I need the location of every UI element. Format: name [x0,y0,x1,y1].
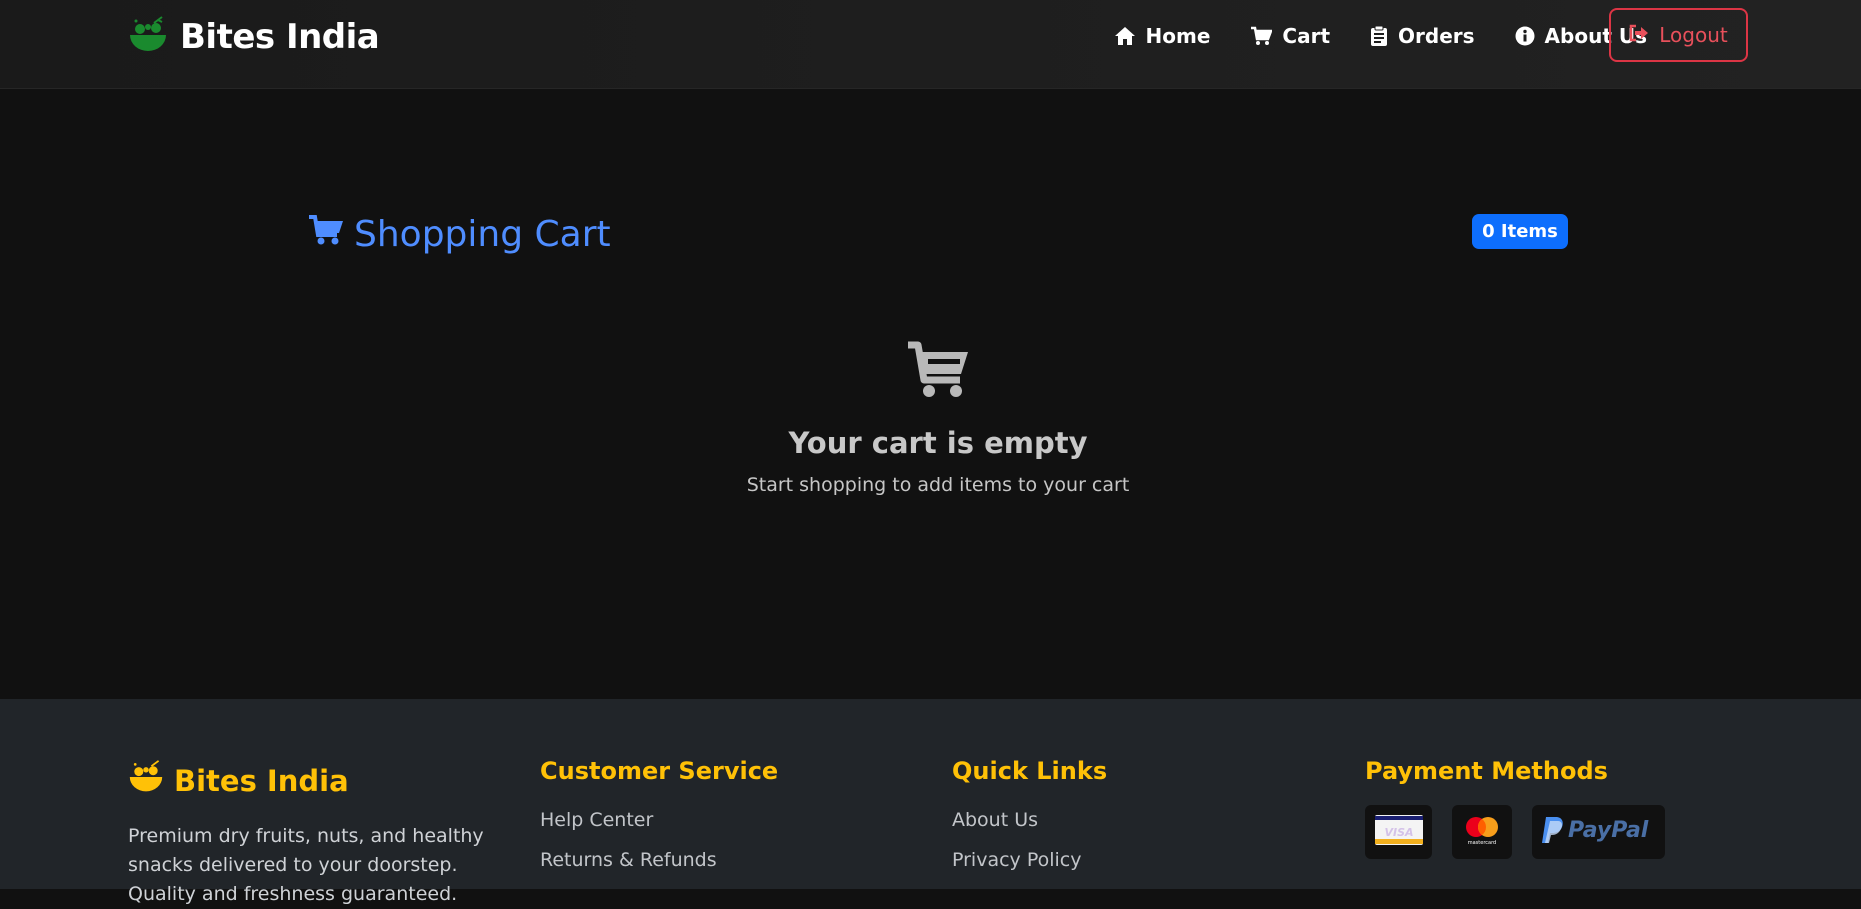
svg-text:mastercard: mastercard [1468,840,1496,846]
paypal-icon: PayPal [1540,813,1658,851]
visa-icon: VISA [1374,815,1423,849]
empty-cart-title: Your cart is empty [788,426,1088,460]
footer-payment-methods: Payment Methods VISA mastercard PayPal [1365,757,1665,859]
sign-out-icon [1629,23,1649,47]
empty-cart-state: Your cart is empty Start shopping to add… [600,340,1276,496]
empty-cart-icon [906,340,970,404]
nav-orders-label: Orders [1398,24,1475,48]
info-icon [1515,26,1535,46]
cart-icon [1250,26,1273,46]
link-help-center[interactable]: Help Center [540,805,778,845]
svg-text:VISA: VISA [1384,826,1413,839]
payment-methods-row: VISA mastercard PayPal [1365,805,1665,859]
payment-methods-heading: Payment Methods [1365,757,1608,785]
empty-cart-subtitle: Start shopping to add items to your cart [746,474,1130,496]
footer-brand-name: Bites India [174,763,349,798]
logout-button[interactable]: Logout [1609,8,1748,62]
footer-quick-links: Quick Links About Us Privacy Policy [952,757,1108,885]
page-title: Shopping Cart [308,210,611,258]
brand[interactable]: Bites India [128,15,380,59]
mastercard-icon: mastercard [1460,813,1504,851]
link-returns-refunds[interactable]: Returns & Refunds [540,845,778,885]
nav-home[interactable]: Home [1114,24,1211,48]
nav-cart-label: Cart [1282,24,1331,48]
quick-links-heading: Quick Links [952,757,1108,785]
navbar: Bites India Home Cart Orders About Us Lo… [0,0,1861,89]
footer: Bites India Premium dry fruits, nuts, an… [0,699,1861,905]
footer-customer-service: Customer Service Help Center Returns & R… [540,757,779,885]
page-title-text: Shopping Cart [354,213,611,255]
clipboard-icon [1370,25,1388,47]
visa-card: VISA [1365,805,1432,859]
link-about-us[interactable]: About Us [952,805,1107,845]
quick-links-list: About Us Privacy Policy [952,805,1107,885]
fruit-bowl-logo-icon [128,15,168,59]
svg-text:PayPal: PayPal [1568,818,1649,843]
mastercard-card: mastercard [1452,805,1512,859]
brand-name: Bites India [180,17,380,57]
nav-cart[interactable]: Cart [1250,24,1330,48]
nav-links: Home Cart Orders About Us [1114,17,1647,55]
nav-orders[interactable]: Orders [1370,24,1475,48]
link-privacy-policy[interactable]: Privacy Policy [952,845,1107,885]
home-icon [1114,26,1136,46]
fruit-bowl-logo-icon [128,759,164,802]
paypal-card: PayPal [1532,805,1665,859]
cart-icon [308,214,344,255]
customer-service-links: Help Center Returns & Refunds [540,805,778,885]
footer-description: Premium dry fruits, nuts, and healthy sn… [128,825,484,905]
footer-about: Bites India Premium dry fruits, nuts, an… [128,759,518,909]
items-count-badge: 0 Items [1472,214,1568,249]
logout-label: Logout [1659,23,1728,47]
footer-brand: Bites India [128,759,518,802]
customer-service-heading: Customer Service [540,757,779,785]
nav-home-label: Home [1145,24,1211,48]
